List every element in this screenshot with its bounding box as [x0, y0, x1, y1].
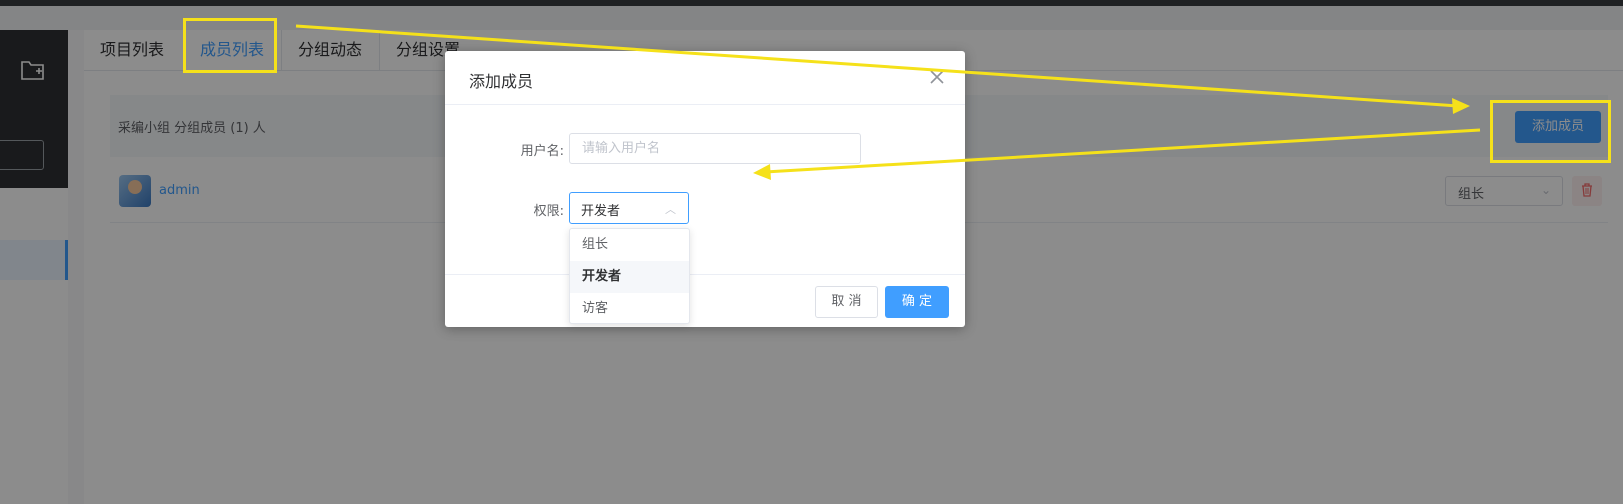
annotation-arrow-to-button — [295, 24, 1459, 108]
annotation-arrow-to-input — [764, 128, 1481, 174]
annotation-arrowhead-2 — [753, 164, 771, 180]
annotation-arrows — [295, 24, 1481, 180]
annotation-arrowhead-1 — [1452, 98, 1470, 114]
